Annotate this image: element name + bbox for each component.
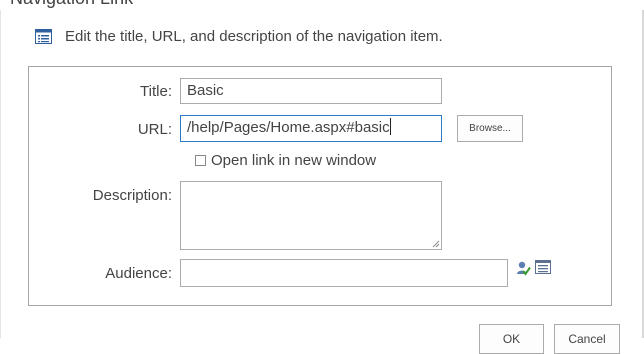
new-window-label: Open link in new window <box>211 152 377 169</box>
instruction-text: Edit the title, URL, and description of … <box>65 27 443 45</box>
url-label: URL: <box>137 121 172 138</box>
list-icon <box>35 28 52 44</box>
dialog-header: Edit the title, URL, and description of … <box>35 25 443 47</box>
new-window-option[interactable]: Open link in new window <box>195 152 376 169</box>
text-caret <box>389 118 391 135</box>
title-input-value: Basic <box>187 82 224 99</box>
url-input-value: /help/Pages/Home.aspx#basic <box>187 119 390 136</box>
address-book-icon[interactable] <box>535 260 551 274</box>
title-input[interactable]: Basic <box>180 78 442 104</box>
navigation-item-form: Title: Basic URL: /help/Pages/Home.aspx#… <box>28 66 612 306</box>
url-input[interactable]: /help/Pages/Home.aspx#basic <box>180 115 442 142</box>
new-window-checkbox[interactable] <box>195 155 206 166</box>
audience-input[interactable] <box>180 259 508 287</box>
ok-button[interactable]: OK <box>479 324 544 354</box>
browse-button[interactable]: Browse... <box>457 115 523 142</box>
dialog-title: Navigation Link <box>10 0 133 9</box>
resize-grip-icon[interactable] <box>432 240 440 248</box>
description-textarea[interactable] <box>180 181 442 250</box>
check-names-icon[interactable] <box>515 260 531 276</box>
dialog-left-border <box>0 0 1 338</box>
dialog-titlebar: Navigation Link <box>0 0 644 10</box>
audience-label: Audience: <box>105 265 172 282</box>
cancel-button[interactable]: Cancel <box>554 324 620 354</box>
description-label: Description: <box>92 187 172 204</box>
title-label: Title: <box>140 83 172 100</box>
